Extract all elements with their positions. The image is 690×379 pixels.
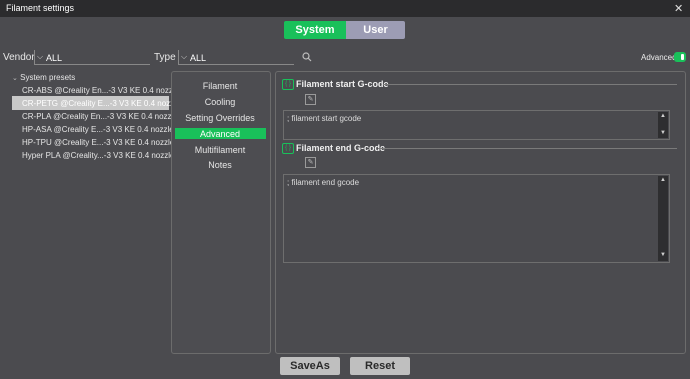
preset-item[interactable]: HP-TPU @Creality E...-3 V3 KE 0.4 nozzle	[22, 138, 174, 147]
type-label: Type	[154, 52, 176, 63]
end-gcode-text: ; filament end gcode	[287, 178, 360, 187]
edit-icon[interactable]: ✎	[305, 157, 316, 168]
system-mode-button[interactable]: System	[284, 21, 346, 39]
chevron-down-icon: ⌵	[37, 52, 44, 61]
vendor-value: ALL	[46, 53, 63, 63]
edit-icon[interactable]: ✎	[305, 94, 316, 105]
gcode-icon: { }	[282, 143, 294, 154]
tab-cooling[interactable]: Cooling	[171, 97, 269, 107]
section-divider	[378, 148, 677, 149]
scroll-up-icon[interactable]: ▲	[658, 113, 668, 119]
scroll-up-icon[interactable]: ▲	[658, 177, 668, 183]
vendor-label: Vendor	[3, 52, 35, 63]
advanced-toggle[interactable]	[674, 52, 686, 62]
end-gcode-textarea[interactable]: ; filament end gcode ▲ ▼	[283, 174, 670, 263]
system-presets-group[interactable]: ⌄ System presets	[12, 73, 75, 82]
tab-advanced[interactable]: Advanced	[171, 129, 269, 139]
close-icon[interactable]: ✕	[674, 2, 683, 15]
tab-filament[interactable]: Filament	[171, 81, 269, 91]
preset-item-selected[interactable]: CR-PETG @Creality E...-3 V3 KE 0.4 nozzl…	[22, 99, 180, 108]
gcode-icon: { }	[282, 79, 294, 90]
tab-notes[interactable]: Notes	[171, 160, 269, 170]
presets-group-label: System presets	[20, 73, 76, 82]
title-bar	[0, 0, 690, 17]
advanced-label: Advanced	[641, 53, 677, 62]
type-combo[interactable]: ⌵ ALL	[178, 50, 294, 65]
scrollbar[interactable]: ▲ ▼	[658, 112, 668, 138]
tab-multifilament[interactable]: Multifilament	[171, 145, 269, 155]
section-divider	[383, 84, 677, 85]
scroll-down-icon[interactable]: ▼	[658, 252, 668, 258]
end-gcode-title: Filament end G-code	[296, 143, 386, 153]
user-mode-button[interactable]: User	[346, 21, 405, 39]
preset-item[interactable]: CR-PLA @Creality En...-3 V3 KE 0.4 nozzl…	[22, 112, 178, 121]
reset-button[interactable]: Reset	[350, 357, 410, 375]
tab-setting-overrides[interactable]: Setting Overrides	[171, 113, 269, 123]
window-title: Filament settings	[6, 3, 75, 13]
toggle-knob	[681, 54, 684, 60]
chevron-down-icon: ⌄	[12, 75, 18, 82]
chevron-down-icon: ⌵	[181, 52, 188, 61]
scroll-down-icon[interactable]: ▼	[658, 130, 668, 136]
preset-item[interactable]: HP-ASA @Creality E...-3 V3 KE 0.4 nozzle	[22, 125, 174, 134]
search-icon[interactable]	[302, 52, 312, 62]
vendor-combo[interactable]: ⌵ ALL	[34, 50, 150, 65]
type-value: ALL	[190, 53, 207, 63]
saveas-button[interactable]: SaveAs	[280, 357, 340, 375]
start-gcode-title: Filament start G-code	[296, 79, 389, 89]
start-gcode-text: ; filament start gcode	[287, 114, 362, 123]
preset-item[interactable]: CR-ABS @Creality En...-3 V3 KE 0.4 nozzl…	[22, 86, 179, 95]
scrollbar[interactable]: ▲ ▼	[658, 176, 668, 261]
preset-item[interactable]: Hyper PLA @Creality...-3 V3 KE 0.4 nozzl…	[22, 151, 174, 160]
start-gcode-textarea[interactable]: ; filament start gcode ▲ ▼	[283, 110, 670, 140]
